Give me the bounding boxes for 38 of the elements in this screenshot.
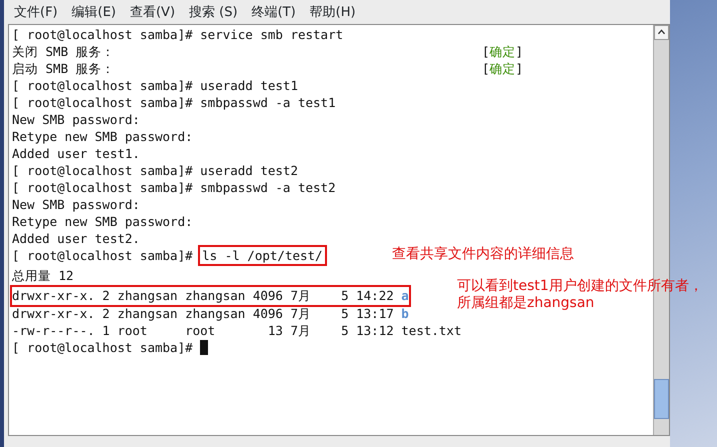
menu-item[interactable]: 查看(V): [130, 3, 176, 21]
terminal-text: 总用量 12: [12, 267, 74, 284]
terminal-text: 启动 SMB 服务：: [12, 60, 115, 77]
annotation-text: 可以看到test1用户创建的文件所有者，所属组都是zhangsan: [457, 278, 704, 312]
terminal-text: [ root@localhost samba]#: [12, 339, 194, 356]
terminal-text: [ root@localhost samba]# smbpasswd -a test1: [12, 94, 336, 111]
terminal-text: New SMB password:: [12, 196, 140, 213]
menu-item[interactable]: 编辑(E): [72, 3, 116, 21]
terminal-text: [ root@localhost samba]#: [12, 247, 194, 264]
terminal-text: ]: [516, 44, 524, 59]
terminal-text: [ root@localhost samba]# service smb restart: [12, 26, 344, 43]
terminal-text: 关闭 SMB 服务：: [12, 43, 115, 60]
terminal-text: ]: [516, 61, 524, 76]
terminal-text: [ root@localhost samba]# useradd test1: [12, 77, 298, 94]
terminal-text: [: [482, 61, 490, 76]
terminal-text: drwxr-xr-x. 2 zhangsan zhangsan 4096 7月 5 14:22: [12, 288, 395, 303]
terminal-text: Added user test1.: [12, 145, 140, 162]
terminal-text: -rw-r--r--. 1 root root 13 7月 5 13:12 test.txt: [12, 322, 462, 339]
menu-item[interactable]: 帮助(H): [310, 3, 356, 21]
scroll-up-icon[interactable]: [654, 25, 669, 40]
terminal-text: [: [482, 44, 490, 59]
terminal-text: New SMB password:: [12, 111, 140, 128]
annotation-text: 查看共享文件内容的详细信息: [392, 246, 574, 263]
status-text: 确定: [490, 61, 516, 76]
terminal-text: [ root@localhost samba]# useradd test2: [12, 162, 298, 179]
terminal-text: Retype new SMB password:: [12, 128, 193, 145]
terminal-text: Retype new SMB password:: [12, 213, 193, 230]
status-text: 确定: [490, 44, 516, 59]
directory-name: b: [401, 305, 409, 322]
terminal-text: [ root@localhost samba]# smbpasswd -a test2: [12, 179, 336, 196]
menu-item[interactable]: 终端(T): [252, 3, 296, 21]
terminal-text: Added user test2.: [12, 230, 140, 247]
terminal-text: drwxr-xr-x. 2 zhangsan zhangsan 4096 7月 5 13:17: [12, 305, 395, 322]
highlighted-command: ls -l /opt/test/: [200, 247, 325, 264]
scroll-thumb[interactable]: [654, 379, 669, 419]
directory-name: a: [401, 288, 409, 303]
menu-item[interactable]: 搜索 (S): [189, 3, 238, 21]
menu-item[interactable]: 文件(F): [14, 3, 58, 21]
